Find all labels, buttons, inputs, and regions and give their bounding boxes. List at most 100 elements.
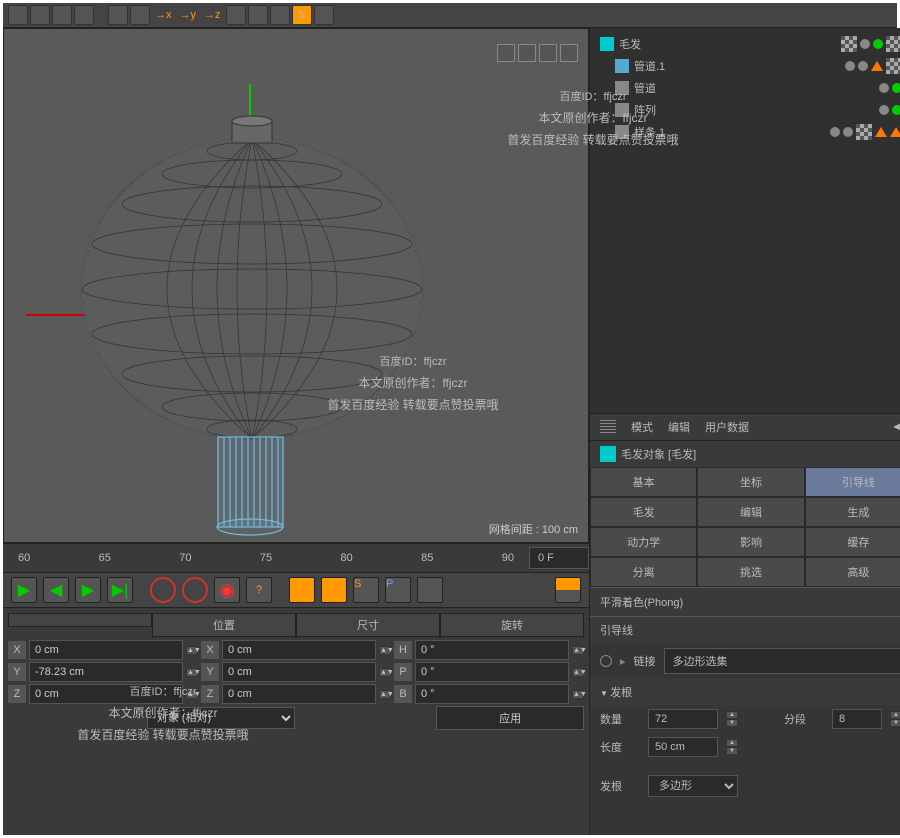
stop-button[interactable]: ◉ <box>214 577 240 603</box>
tab-culling[interactable]: 挑选 <box>697 557 804 587</box>
spinner-icon[interactable]: ▲▼ <box>186 668 198 677</box>
axis-z-label[interactable]: →z <box>201 9 224 21</box>
mode-menu[interactable]: 模式 <box>631 419 653 435</box>
tool-p-icon[interactable]: P <box>385 577 411 603</box>
spinner-icon[interactable]: ▲▼ <box>379 646 391 655</box>
tool-s-icon[interactable]: S <box>353 577 379 603</box>
object-row[interactable]: 阵列 <box>595 99 900 121</box>
tool-orange-icon[interactable]: S <box>292 5 312 25</box>
spinner-icon[interactable]: ▲▼ <box>890 711 900 727</box>
rot-p-input[interactable] <box>415 662 569 682</box>
layout-icon[interactable] <box>555 577 581 603</box>
size-x-input[interactable] <box>222 640 376 660</box>
spinner-icon[interactable]: ▲▼ <box>186 690 198 699</box>
tool-button[interactable] <box>270 5 290 25</box>
play-button[interactable]: ▶ <box>75 577 101 603</box>
tab-forces[interactable]: 影响 <box>697 527 804 557</box>
pos-x-input[interactable] <box>29 640 183 660</box>
grip-icon[interactable] <box>600 420 616 434</box>
move-tool-icon[interactable] <box>289 577 315 603</box>
tab-guides[interactable]: 引导线 <box>805 467 900 497</box>
check-icon[interactable] <box>892 83 900 93</box>
check-icon[interactable] <box>873 39 883 49</box>
tool-button[interactable] <box>52 5 72 25</box>
tab-advanced[interactable]: 高级 <box>805 557 900 587</box>
coord-mode-select[interactable]: 对象 (相对) <box>147 707 295 729</box>
radio-button[interactable] <box>600 655 612 667</box>
object-name[interactable]: 管道.1 <box>634 58 665 74</box>
size-z-input[interactable] <box>222 684 376 704</box>
roots-header[interactable]: 发根 <box>590 679 900 705</box>
tab-edit[interactable]: 编辑 <box>697 497 804 527</box>
tag-icon[interactable] <box>841 36 857 52</box>
keyframe-button[interactable] <box>182 577 208 603</box>
spinner-icon[interactable]: ▲▼ <box>572 690 584 699</box>
object-row[interactable]: 管道 <box>595 77 900 99</box>
grip-icon[interactable] <box>8 613 152 627</box>
spinner-icon[interactable]: ▲▼ <box>379 690 391 699</box>
record-button[interactable] <box>150 577 176 603</box>
link-field[interactable]: 多边形选集 <box>664 648 900 674</box>
tool-button[interactable] <box>8 5 28 25</box>
axis-x-label[interactable]: →x <box>152 9 175 21</box>
tool-button[interactable] <box>30 5 50 25</box>
object-row[interactable]: 毛发 <box>595 33 900 55</box>
timeline[interactable]: 60 65 70 75 80 85 90 0 F <box>3 543 589 573</box>
spinner-icon[interactable]: ▲▼ <box>726 739 738 755</box>
nav-back-icon[interactable]: ◄ <box>891 421 900 433</box>
warning-icon[interactable] <box>875 127 887 137</box>
object-row[interactable]: 管道.1 <box>595 55 900 77</box>
viewport-nav-icon[interactable] <box>560 44 578 62</box>
tab-basic[interactable]: 基本 <box>590 467 697 497</box>
tool-button[interactable] <box>226 5 246 25</box>
tool-button[interactable] <box>248 5 268 25</box>
axis-y-label[interactable]: →y <box>177 9 200 21</box>
spinner-icon[interactable]: ▲▼ <box>186 646 198 655</box>
warning-icon[interactable] <box>890 127 900 137</box>
size-y-input[interactable] <box>222 662 376 682</box>
count-input[interactable] <box>648 709 718 729</box>
tab-generate[interactable]: 生成 <box>805 497 900 527</box>
edit-menu[interactable]: 编辑 <box>668 419 690 435</box>
tool-icon[interactable] <box>417 577 443 603</box>
play-start-button[interactable]: ▶ <box>11 577 37 603</box>
spinner-icon[interactable]: ▲▼ <box>572 668 584 677</box>
spinner-icon[interactable]: ▲▼ <box>379 668 391 677</box>
tab-coord[interactable]: 坐标 <box>697 467 804 497</box>
tab-partings[interactable]: 分离 <box>590 557 697 587</box>
checker-icon[interactable] <box>856 124 872 140</box>
userdata-menu[interactable]: 用户数据 <box>705 419 749 435</box>
3d-viewport[interactable]: 网格间距 : 100 cm <box>3 28 589 543</box>
play-prev-button[interactable]: ◀ <box>43 577 69 603</box>
object-name[interactable]: 样条.1 <box>634 124 665 140</box>
pos-z-input[interactable] <box>29 684 183 704</box>
tab-cache[interactable]: 缓存 <box>805 527 900 557</box>
object-name[interactable]: 毛发 <box>619 36 641 52</box>
tab-hair[interactable]: 毛发 <box>590 497 697 527</box>
rot-h-input[interactable] <box>415 640 569 660</box>
length-input[interactable] <box>648 737 718 757</box>
tab-dynamics[interactable]: 动力学 <box>590 527 697 557</box>
rot-b-input[interactable] <box>415 684 569 704</box>
tool-button[interactable] <box>314 5 334 25</box>
spinner-icon[interactable]: ▲▼ <box>572 646 584 655</box>
tool-icon[interactable] <box>321 577 347 603</box>
object-name[interactable]: 管道 <box>634 80 656 96</box>
spinner-icon[interactable]: ▲▼ <box>726 711 738 727</box>
checker-icon[interactable] <box>886 36 900 52</box>
root-type-select[interactable]: 多边形 <box>648 775 738 797</box>
apply-button[interactable]: 应用 <box>436 706 584 730</box>
tool-button[interactable] <box>130 5 150 25</box>
object-name[interactable]: 阵列 <box>634 102 656 118</box>
play-end-button[interactable]: ▶| <box>107 577 133 603</box>
checker-icon[interactable] <box>886 58 900 74</box>
help-button[interactable]: ? <box>246 577 272 603</box>
tool-button[interactable] <box>74 5 94 25</box>
object-row[interactable]: 样条.1 <box>595 121 900 143</box>
warning-icon[interactable] <box>871 61 883 71</box>
pos-y-input[interactable] <box>29 662 183 682</box>
tool-button[interactable] <box>108 5 128 25</box>
phong-row[interactable]: 平滑着色(Phong) <box>590 587 900 616</box>
frame-counter[interactable]: 0 F <box>529 547 589 569</box>
check-icon[interactable] <box>892 105 900 115</box>
